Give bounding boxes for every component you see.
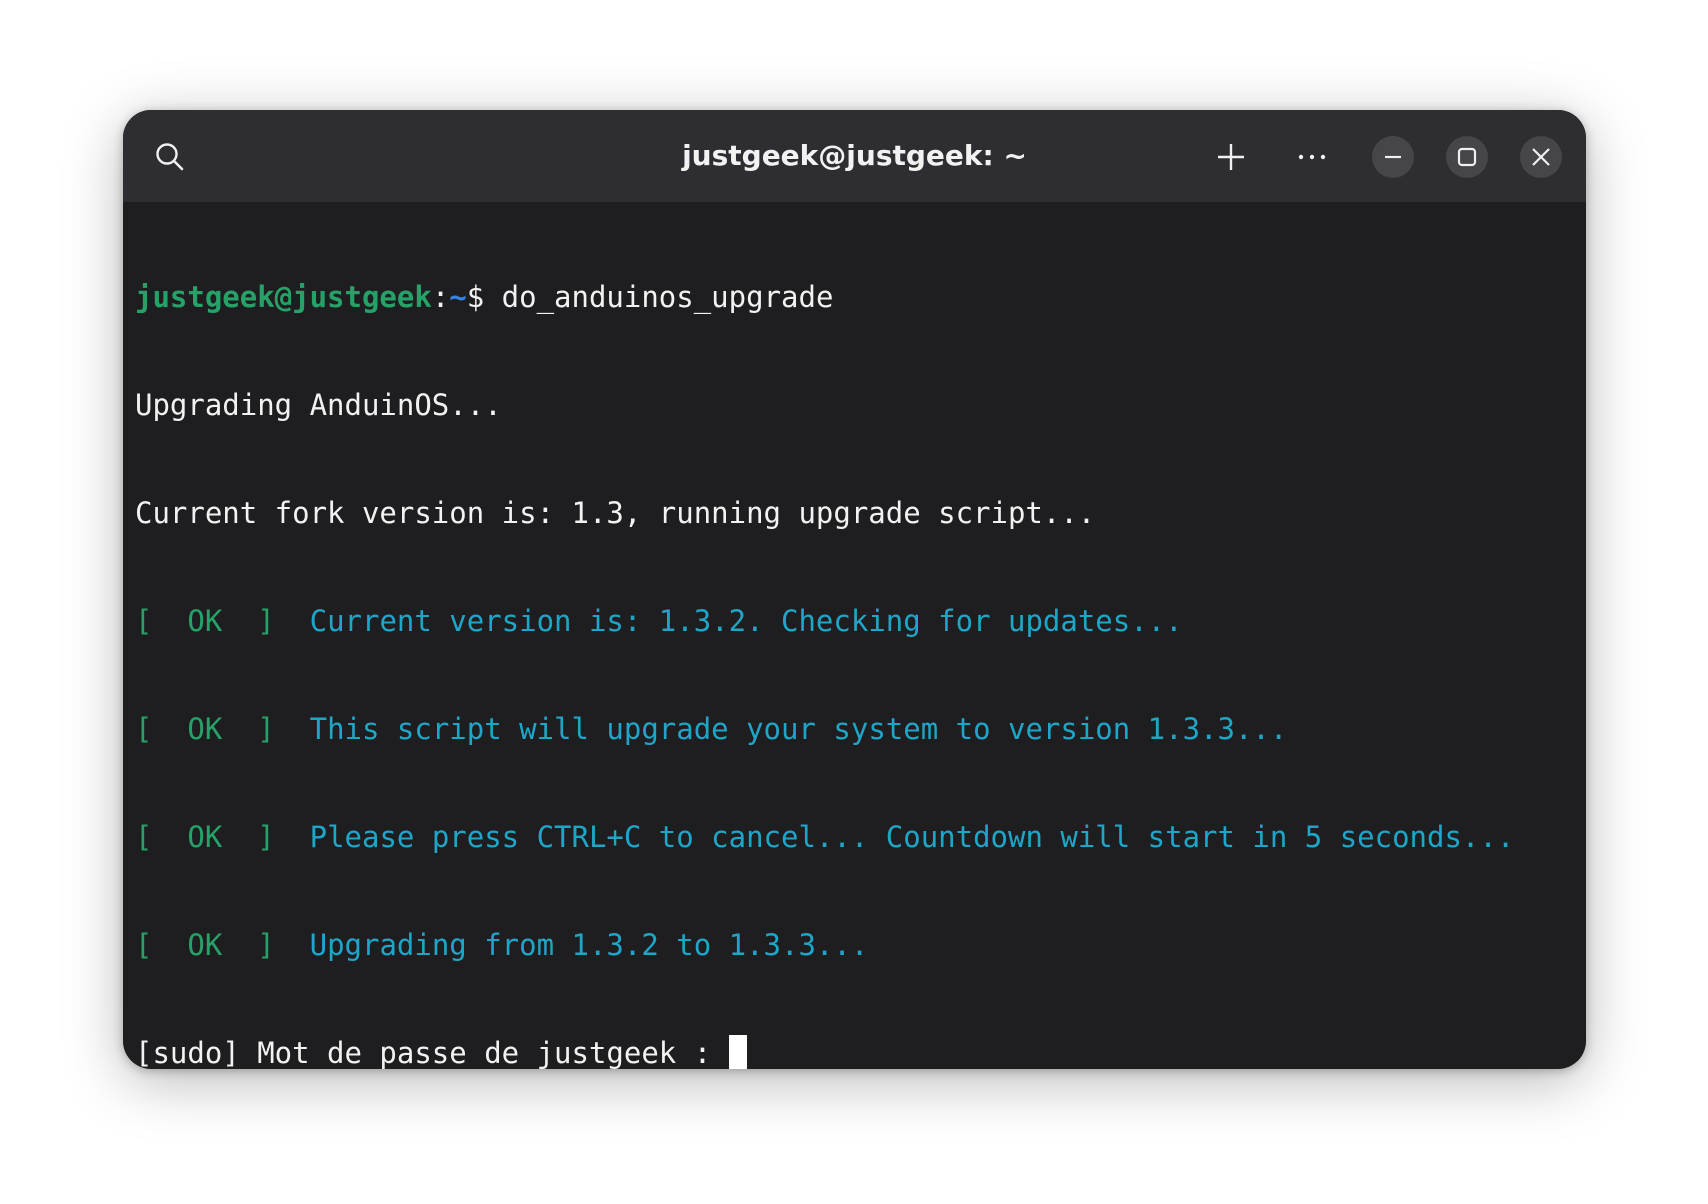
prompt-symbol: $ — [466, 280, 502, 314]
command-text: do_anduinos_upgrade — [501, 280, 834, 314]
new-tab-button[interactable] — [1206, 132, 1256, 182]
sudo-prompt: [sudo] Mot de passe de justgeek : — [135, 1036, 729, 1069]
terminal-output[interactable]: justgeek@justgeek:~$ do_anduinos_upgrade… — [135, 207, 1576, 1069]
terminal-window: justgeek@justgeek: ~ justgeek@justgeek:~… — [123, 110, 1586, 1069]
password-prompt-line: [sudo] Mot de passe de justgeek : — [135, 1035, 1576, 1069]
ok-line: [ OK ] Please press CTRL+C to cancel... … — [135, 819, 1576, 855]
ok-message: Upgrading from 1.3.2 to 1.3.3... — [309, 928, 869, 962]
close-button[interactable] — [1520, 136, 1562, 178]
close-icon — [1532, 148, 1550, 166]
plus-icon — [1218, 144, 1244, 170]
ok-status: [ OK ] — [135, 928, 310, 962]
ok-status: [ OK ] — [135, 604, 310, 638]
maximize-button[interactable] — [1446, 136, 1488, 178]
ok-line: [ OK ] Upgrading from 1.3.2 to 1.3.3... — [135, 927, 1576, 963]
output-line: Current fork version is: 1.3, running up… — [135, 496, 1096, 530]
text-cursor — [728, 1035, 747, 1069]
prompt-colon: : — [431, 280, 450, 314]
title-bar[interactable]: justgeek@justgeek: ~ — [123, 110, 1586, 202]
command-line: justgeek@justgeek:~$ do_anduinos_upgrade — [135, 279, 1576, 315]
prompt-user: justgeek@justgeek — [135, 280, 432, 314]
ok-line: [ OK ] Current version is: 1.3.2. Checki… — [135, 603, 1576, 639]
ok-message: Please press CTRL+C to cancel... Countdo… — [309, 820, 1515, 854]
ok-message: Current version is: 1.3.2. Checking for … — [309, 604, 1183, 638]
ok-line: [ OK ] This script will upgrade your sys… — [135, 711, 1576, 747]
ok-message: This script will upgrade your system to … — [309, 712, 1288, 746]
ellipsis-icon — [1298, 154, 1326, 160]
prompt-path: ~ — [449, 280, 467, 314]
minimize-button[interactable] — [1372, 136, 1414, 178]
window-title: justgeek@justgeek: ~ — [682, 139, 1027, 172]
output-line: Upgrading AnduinOS... — [135, 388, 502, 422]
ok-status: [ OK ] — [135, 712, 310, 746]
ok-status: [ OK ] — [135, 820, 310, 854]
menu-button[interactable] — [1287, 132, 1337, 182]
minimize-icon — [1385, 155, 1401, 159]
maximize-icon — [1457, 147, 1477, 167]
